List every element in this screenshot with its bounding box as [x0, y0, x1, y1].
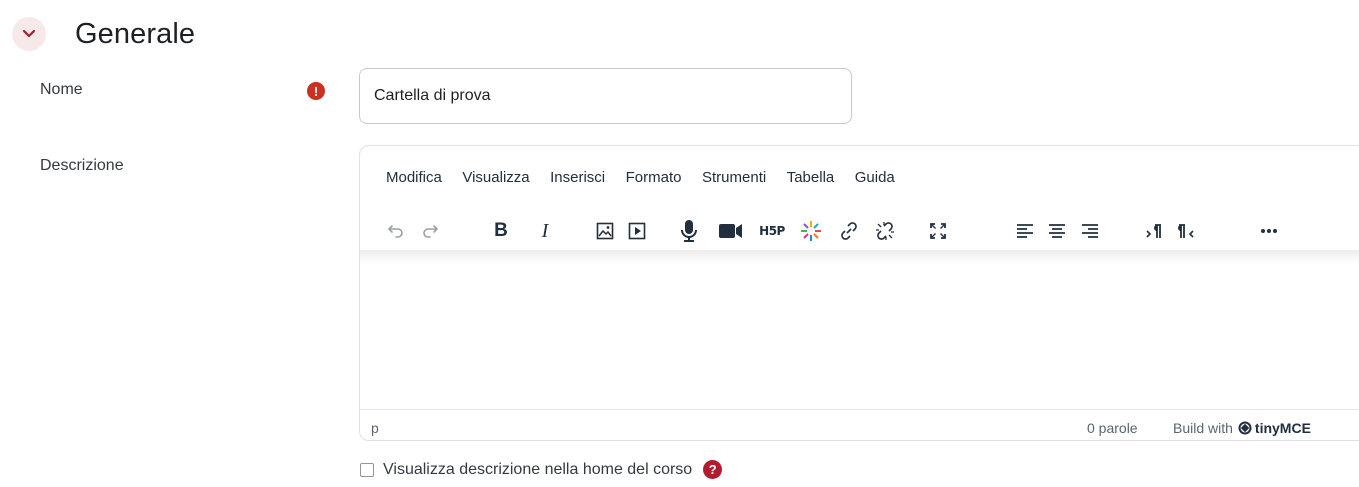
more-icon [1261, 229, 1277, 233]
image-button[interactable] [590, 216, 620, 246]
description-label: Descrizione [40, 157, 124, 174]
h5p-icon: H5P [759, 224, 785, 238]
sparkle-icon [801, 221, 821, 241]
link-button[interactable] [834, 216, 864, 246]
unlink-button[interactable] [870, 216, 900, 246]
italic-icon: I [541, 219, 549, 242]
more-button[interactable] [1254, 216, 1284, 246]
media-icon [628, 222, 646, 240]
name-label: Nome [40, 81, 83, 98]
section-title: Generale [75, 17, 196, 50]
tinymce-brand-link[interactable]: Build with tinyMCE [1173, 420, 1311, 436]
description-editor: Modifica Visualizza Inserisci Formato St… [359, 145, 1359, 441]
show-description-label[interactable]: Visualizza descrizione nella home del co… [383, 461, 692, 479]
required-icon: ! [307, 82, 325, 100]
editor-menubar: Modifica Visualizza Inserisci Formato St… [386, 169, 915, 186]
undo-button[interactable] [381, 216, 411, 246]
tinymce-logo-icon [1238, 421, 1252, 435]
help-icon[interactable]: ? [703, 460, 723, 479]
section-header: Generale [12, 17, 195, 51]
editor-content-area[interactable] [360, 256, 1359, 409]
microphone-icon [681, 220, 697, 242]
right-to-left-icon [1178, 224, 1194, 238]
menu-visualizza[interactable]: Visualizza [462, 169, 529, 186]
menu-modifica[interactable]: Modifica [386, 169, 442, 186]
image-icon [596, 222, 614, 240]
redo-button[interactable] [415, 216, 445, 246]
brand-prefix: Build with [1173, 420, 1233, 436]
brand-name: tinyMCE [1254, 420, 1311, 436]
word-count[interactable]: 0 parole [1087, 420, 1138, 436]
menu-strumenti[interactable]: Strumenti [702, 169, 766, 186]
record-audio-button[interactable] [674, 216, 704, 246]
collapse-button[interactable] [12, 17, 46, 51]
undo-icon [388, 225, 403, 238]
menu-guida[interactable]: Guida [855, 169, 895, 186]
menu-tabella[interactable]: Tabella [787, 169, 835, 186]
show-description-row: Visualizza descrizione nella home del co… [359, 460, 723, 479]
menu-formato[interactable]: Formato [626, 169, 682, 186]
editor-statusbar: p 0 parole Build with tinyMCE [360, 409, 1359, 440]
bold-button[interactable]: B [486, 216, 516, 246]
align-left-icon [1017, 224, 1033, 238]
show-description-checkbox[interactable] [360, 462, 374, 477]
h5p-button[interactable]: H5P [754, 216, 790, 246]
ltr-button[interactable] [1139, 216, 1169, 246]
unlink-icon [876, 222, 894, 240]
fullscreen-button[interactable] [923, 216, 953, 246]
video-camera-icon [719, 224, 742, 238]
chevron-down-icon [22, 29, 36, 38]
bold-icon: B [494, 220, 508, 241]
redo-icon [423, 225, 438, 238]
name-input[interactable] [359, 68, 852, 124]
align-right-icon [1082, 224, 1098, 238]
fullscreen-icon [930, 223, 946, 239]
italic-button[interactable]: I [530, 216, 560, 246]
left-to-right-icon [1146, 224, 1161, 238]
media-button[interactable] [622, 216, 652, 246]
align-center-icon [1049, 224, 1065, 238]
align-left-button[interactable] [1010, 216, 1040, 246]
element-path[interactable]: p [371, 420, 379, 436]
ai-generator-button[interactable] [796, 216, 826, 246]
rtl-button[interactable] [1171, 216, 1201, 246]
link-icon [841, 222, 857, 240]
align-right-button[interactable] [1075, 216, 1105, 246]
align-center-button[interactable] [1042, 216, 1072, 246]
menu-inserisci[interactable]: Inserisci [550, 169, 605, 186]
record-video-button[interactable] [716, 216, 746, 246]
